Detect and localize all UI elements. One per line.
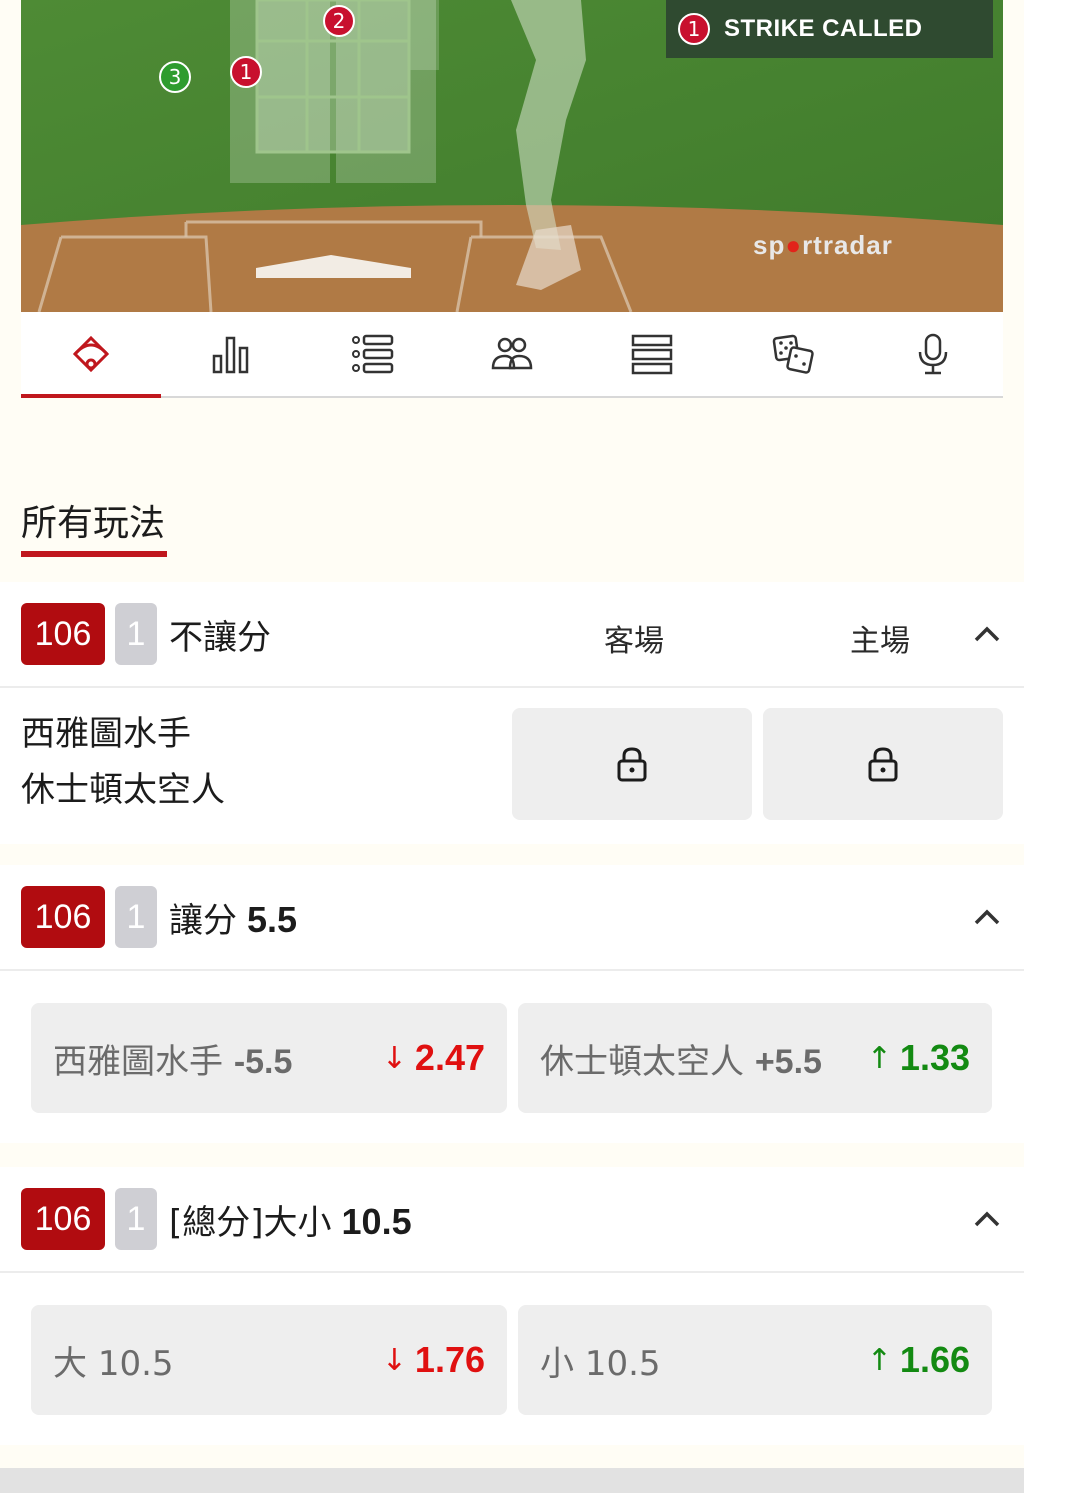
odds-value: 2.47 xyxy=(414,1037,485,1078)
bar-chart-icon xyxy=(213,336,249,374)
sportradar-logo: sp●rtradar xyxy=(753,230,893,260)
odds-button-home-handicap[interactable]: 休士頓太空人 +5.5 ↑ 1.33 xyxy=(518,1003,992,1113)
arrow-up-icon: ↑ xyxy=(866,1342,892,1378)
market-count-badge: 1 xyxy=(115,886,157,948)
selection-label: 西雅圖水手 -5.5 xyxy=(53,1041,293,1082)
odds-value: 1.33 xyxy=(899,1037,970,1078)
market-id-badge: 106 xyxy=(21,1188,105,1250)
market-id-badge: 106 xyxy=(21,886,105,948)
selection-label: 休士頓太空人 +5.5 xyxy=(540,1041,822,1082)
odds-row: 西雅圖水手 -5.5 ↓ 2.47 休士頓太空人 +5.5 ↑ 1.33 xyxy=(0,971,1024,1145)
live-field-visual: 2 1 3 1 STRIKE CALLED sp●rtradar xyxy=(21,0,1003,312)
odds-button-away-handicap[interactable]: 西雅圖水手 -5.5 ↓ 2.47 xyxy=(31,1003,507,1113)
tab-field[interactable] xyxy=(21,312,162,398)
microphone-icon xyxy=(918,333,948,375)
chevron-up-icon[interactable] xyxy=(970,901,1004,935)
next-card-edge xyxy=(0,1468,1024,1493)
arrow-up-icon: ↑ xyxy=(866,1040,892,1076)
chevron-up-icon[interactable] xyxy=(970,618,1004,652)
market-id-badge: 106 xyxy=(21,603,105,665)
dice-icon xyxy=(772,334,814,374)
tab-odds[interactable] xyxy=(722,312,862,396)
market-count-badge: 1 xyxy=(115,1188,157,1250)
market-header[interactable]: 106 1 不讓分 客場 主場 xyxy=(0,582,1024,688)
team-list: 西雅圖水手 休士頓太空人 xyxy=(0,688,1024,848)
pitch-number: 1 xyxy=(239,60,253,84)
market-header[interactable]: 106 1 讓分 5.5 xyxy=(0,865,1024,971)
tab-scoreboard[interactable] xyxy=(582,312,722,396)
market-count-badge: 1 xyxy=(115,603,157,665)
tab-stats[interactable] xyxy=(161,312,301,396)
selection-label: 小 10.5 xyxy=(540,1343,661,1384)
chevron-up-icon[interactable] xyxy=(970,1203,1004,1237)
market-name: 讓分 5.5 xyxy=(169,898,298,941)
market-card-handicap: 106 1 讓分 5.5 西雅圖水手 -5.5 ↓ 2.47 休士頓太空人 +5.… xyxy=(0,865,1024,1143)
tab-play-by-play[interactable] xyxy=(302,312,442,396)
odds-row: 大 10.5 ↓ 1.76 小 10.5 ↑ 1.66 xyxy=(0,1273,1024,1447)
page: 2 1 3 1 STRIKE CALLED sp●rtradar 所有玩法 10… xyxy=(0,0,1024,1493)
market-name: 不讓分 xyxy=(169,617,271,658)
event-number-badge: 1 xyxy=(678,13,710,45)
lock-icon xyxy=(617,747,647,782)
odds-button-over[interactable]: 大 10.5 ↓ 1.76 xyxy=(31,1305,507,1415)
market-line: 5.5 xyxy=(247,898,298,940)
odds-button-under[interactable]: 小 10.5 ↑ 1.66 xyxy=(518,1305,992,1415)
pitch-number: 2 xyxy=(332,9,346,33)
pitch-event-box: 1 STRIKE CALLED xyxy=(666,0,993,58)
players-icon xyxy=(491,337,533,370)
tab-lineups[interactable] xyxy=(442,312,582,396)
home-column-label: 主場 xyxy=(850,624,910,659)
arrow-down-icon: ↓ xyxy=(381,1342,407,1378)
event-text: STRIKE CALLED xyxy=(724,15,923,42)
pitch-number: 3 xyxy=(168,65,182,89)
lock-icon xyxy=(868,747,898,782)
lineup-icon xyxy=(632,334,673,375)
market-card-totals: 106 1 [總分]大小 10.5 大 10.5 ↓ 1.76 小 10.5 ↑ … xyxy=(0,1167,1024,1445)
arrow-down-icon: ↓ xyxy=(381,1040,407,1076)
market-line: 10.5 xyxy=(341,1200,412,1242)
pitch-marker[interactable]: 1 xyxy=(230,56,262,88)
odds-value: 1.76 xyxy=(414,1339,485,1380)
section-title-all-markets[interactable]: 所有玩法 xyxy=(21,494,165,546)
market-card-moneyline: 106 1 不讓分 客場 主場 西雅圖水手 休士頓太空人 xyxy=(0,582,1024,844)
tab-commentary[interactable] xyxy=(863,312,1003,396)
odds-button-away-locked[interactable] xyxy=(512,708,752,820)
odds-button-home-locked[interactable] xyxy=(763,708,1003,820)
pitch-marker[interactable]: 3 xyxy=(159,61,191,93)
away-column-label: 客場 xyxy=(604,624,664,659)
market-header[interactable]: 106 1 [總分]大小 10.5 xyxy=(0,1167,1024,1273)
selection-label: 大 10.5 xyxy=(53,1343,174,1384)
baseball-diamond-icon xyxy=(73,335,110,373)
pitch-marker[interactable]: 2 xyxy=(323,5,355,37)
match-tabs xyxy=(21,312,1003,398)
list-icon xyxy=(351,334,393,374)
odds-value: 1.66 xyxy=(899,1339,970,1380)
section-title-underline xyxy=(21,551,167,557)
market-name: [總分]大小 10.5 xyxy=(169,1200,412,1243)
